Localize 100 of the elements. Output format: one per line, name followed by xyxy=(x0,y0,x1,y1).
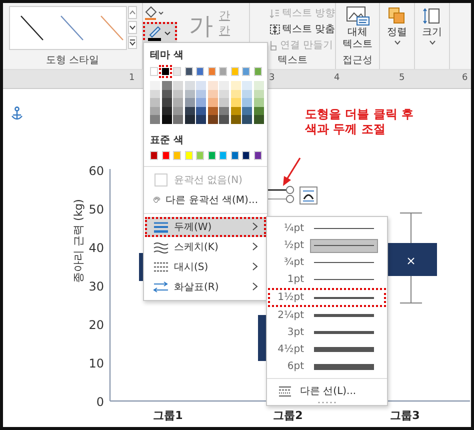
size-button[interactable]: 크기 xyxy=(417,6,447,45)
shade-swatch[interactable] xyxy=(162,81,172,90)
shade-swatch[interactable] xyxy=(219,81,229,90)
layout-options-icon[interactable] xyxy=(300,186,318,204)
group-label: 텍스트 xyxy=(278,54,308,68)
standard-color-swatch[interactable] xyxy=(242,151,250,160)
group-label: 접근성 xyxy=(342,54,372,68)
annotation-arrow xyxy=(283,158,301,186)
section-heading: 표준 색 xyxy=(149,134,184,148)
shade-swatch[interactable] xyxy=(230,98,240,106)
more-lines-item[interactable]: 다른 선(L)... xyxy=(268,382,386,400)
chevron-right-icon xyxy=(252,262,258,271)
y-tick-label: 40 xyxy=(88,241,104,255)
standard-color-swatch[interactable] xyxy=(196,151,204,160)
shade-swatch[interactable] xyxy=(196,98,206,106)
ruler-number: 3 xyxy=(269,73,275,83)
standard-color-swatch[interactable] xyxy=(184,151,192,160)
category-label: 그룹3 xyxy=(390,409,420,422)
chevron-right-icon xyxy=(252,282,258,291)
line-weight-option[interactable]: 4½pt xyxy=(268,341,386,358)
scroll-down-icon[interactable] xyxy=(128,21,137,34)
line-weight-option[interactable]: 1pt xyxy=(268,271,386,288)
text-option-button[interactable]: 텍스트 맞춤 xyxy=(270,22,335,36)
shade-swatch[interactable] xyxy=(162,98,172,106)
theme-color-swatch[interactable] xyxy=(159,64,172,78)
ruler-number: 6 xyxy=(462,73,468,83)
menu-item[interactable]: 스케치(K) xyxy=(145,236,266,256)
size-icon xyxy=(422,6,442,26)
shade-swatch[interactable] xyxy=(150,98,160,106)
line-weight-option[interactable]: ½pt xyxy=(268,237,386,254)
shade-swatch[interactable] xyxy=(208,98,218,106)
menu-item[interactable]: 화살표(R) xyxy=(145,276,266,296)
shade-swatch[interactable] xyxy=(230,81,240,90)
menu-item[interactable]: 대시(S) xyxy=(145,256,266,276)
resize-grip-icon[interactable] xyxy=(317,401,337,404)
category-label: 그룹1 xyxy=(153,409,183,422)
shade-swatch[interactable] xyxy=(184,115,194,124)
shade-swatch[interactable] xyxy=(254,98,264,106)
standard-color-swatch[interactable] xyxy=(150,151,158,160)
standard-color-swatch[interactable] xyxy=(208,151,216,160)
line-weight-option[interactable]: 2¼pt xyxy=(268,307,386,324)
y-tick-label: 20 xyxy=(88,318,104,332)
shape-outline-button[interactable] xyxy=(143,22,177,44)
line-weight-option[interactable]: 1½pt xyxy=(268,288,386,307)
shade-swatch[interactable] xyxy=(230,115,240,124)
fill-bucket-icon[interactable] xyxy=(143,6,165,20)
arrange-button[interactable]: 정렬 xyxy=(382,6,412,45)
menu-item[interactable]: 두께(W) xyxy=(145,216,266,236)
ruler-number: 5 xyxy=(399,73,405,83)
standard-color-swatch[interactable] xyxy=(162,151,170,160)
shade-swatch[interactable] xyxy=(162,115,172,124)
text-align-icon xyxy=(270,24,280,34)
shade-swatch[interactable] xyxy=(173,81,183,90)
shade-swatch[interactable] xyxy=(196,81,206,90)
arrange-icon xyxy=(387,6,407,26)
more-styles-icon[interactable] xyxy=(128,36,137,49)
line-weight-option[interactable]: ¾pt xyxy=(268,254,386,271)
y-axis-title: 종아리 근력 (kg) xyxy=(72,199,85,283)
text-direction-icon xyxy=(270,8,280,18)
shade-swatch[interactable] xyxy=(219,98,229,106)
empty-square-icon xyxy=(153,172,169,186)
shade-swatch[interactable] xyxy=(242,81,252,90)
y-tick-label: 30 xyxy=(88,280,104,294)
caret-icon xyxy=(428,40,436,45)
shade-swatch[interactable] xyxy=(242,98,252,106)
anchor-icon xyxy=(11,106,23,120)
shade-swatch[interactable] xyxy=(184,98,194,106)
chevron-right-icon xyxy=(252,222,258,231)
caret-icon xyxy=(394,40,400,45)
shade-swatch[interactable] xyxy=(173,98,183,106)
annotation-text: 도형을 더블 클릭 후 색과 두께 조절 xyxy=(305,107,414,137)
shade-swatch[interactable] xyxy=(196,115,206,124)
shade-swatch[interactable] xyxy=(184,81,194,90)
line-weight-option[interactable]: 6pt xyxy=(268,358,386,375)
alt-text-button[interactable]: 대체 텍스트 xyxy=(342,6,372,51)
y-tick-label: 50 xyxy=(88,202,104,216)
shade-swatch[interactable] xyxy=(208,115,218,124)
ruler-number: 4 xyxy=(334,73,340,83)
line-styles-icon xyxy=(278,385,292,397)
link-icon xyxy=(270,40,278,50)
shade-swatch[interactable] xyxy=(242,115,252,124)
line-weight-option[interactable]: ¼pt xyxy=(268,220,386,237)
shade-swatch[interactable] xyxy=(150,81,160,90)
shade-swatch[interactable] xyxy=(173,115,183,124)
standard-color-swatch[interactable] xyxy=(230,151,238,160)
standard-color-swatch[interactable] xyxy=(254,151,262,160)
menu-item[interactable]: 다른 윤곽선 색(M)... xyxy=(145,190,266,210)
shade-swatch[interactable] xyxy=(219,115,229,124)
shade-swatch[interactable] xyxy=(150,115,160,124)
line-weight-icon xyxy=(153,220,169,234)
standard-color-swatch[interactable] xyxy=(219,151,227,160)
y-tick-label: 60 xyxy=(88,164,104,178)
shade-swatch[interactable] xyxy=(208,81,218,90)
line-weight-option[interactable]: 3pt xyxy=(268,324,386,341)
shade-swatch[interactable] xyxy=(254,115,264,124)
group-label: 도형 스타일 xyxy=(46,54,100,68)
standard-color-swatch[interactable] xyxy=(173,151,181,160)
dashed-lines-icon xyxy=(153,260,169,274)
y-tick-label: 10 xyxy=(88,356,104,370)
shade-swatch[interactable] xyxy=(254,81,264,90)
